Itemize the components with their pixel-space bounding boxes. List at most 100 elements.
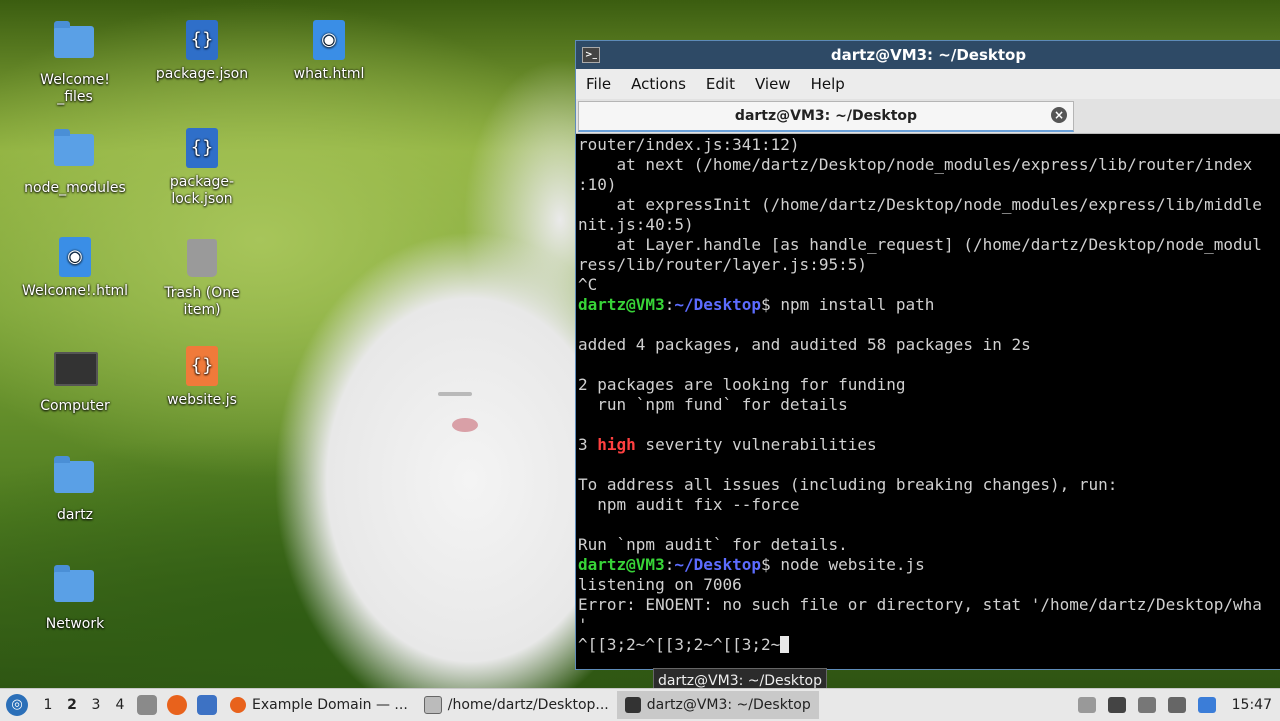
trash-icon xyxy=(187,239,217,277)
volume-icon[interactable] xyxy=(1107,697,1126,713)
output-line: npm audit fix --force xyxy=(578,495,800,514)
prompt-user: dartz@VM3 xyxy=(578,555,665,574)
output-line: 2 packages are looking for funding xyxy=(578,375,906,394)
task-label: Example Domain — ... xyxy=(252,697,408,713)
close-icon[interactable]: × xyxy=(1051,107,1067,123)
taskbar: ◎ 1 2 3 4 Example Domain — ... /home/dar… xyxy=(0,688,1280,721)
tab-terminal[interactable]: dartz@VM3: ~/Desktop × xyxy=(578,101,1074,132)
desktop-icon-label: Network xyxy=(45,616,105,632)
prompt-path: ~/Desktop xyxy=(674,295,762,314)
file-manager-launcher-icon[interactable] xyxy=(137,695,157,715)
menu-edit[interactable]: Edit xyxy=(696,75,745,93)
desktop-icon-label: what.html xyxy=(293,66,365,82)
vuln-count: 3 xyxy=(578,435,598,454)
workspace-3[interactable]: 3 xyxy=(84,697,108,713)
task-firefox[interactable]: Example Domain — ... xyxy=(222,691,416,719)
system-tray: 15:47 xyxy=(1072,697,1280,713)
desktop-icon-computer[interactable]: Computer xyxy=(20,346,130,415)
computer-icon xyxy=(54,352,98,386)
output-line: nit.js:40:5) xyxy=(578,215,694,234)
firefox-icon xyxy=(230,697,246,713)
output-line: at Layer.handle [as handle_request] (/ho… xyxy=(578,235,1262,254)
desktop-icon-label: package.json xyxy=(155,66,249,82)
desktop-icon-welcome-files[interactable]: Welcome! _files xyxy=(20,20,130,106)
desktop-icon-label: dartz xyxy=(56,507,94,523)
desktop-icon-welcome-html[interactable]: ◉ Welcome!.html xyxy=(20,237,130,300)
output-line: ^C xyxy=(578,275,598,294)
desktop-icon-dartz[interactable]: dartz xyxy=(20,455,130,524)
output-line: router/index.js:341:12) xyxy=(578,135,800,154)
clock[interactable]: 15:47 xyxy=(1232,697,1272,713)
text-cursor xyxy=(780,636,790,653)
wallpaper-detail xyxy=(452,418,478,432)
window-titlebar[interactable]: >_ dartz@VM3: ~/Desktop xyxy=(576,41,1280,69)
output-line: run `npm fund` for details xyxy=(578,395,848,414)
menu-help[interactable]: Help xyxy=(801,75,855,93)
desktop-icon-what-html[interactable]: ◉ what.html xyxy=(274,20,384,83)
task-label: dartz@VM3: ~/Desktop xyxy=(646,697,811,713)
output-line: listening on 7006 xyxy=(578,575,742,594)
js-file-icon: {} xyxy=(186,346,218,386)
severity-high: high xyxy=(597,435,636,454)
workspace-2[interactable]: 2 xyxy=(60,697,84,713)
desktop-icon-label: website.js xyxy=(167,392,237,408)
desktop-icon-website-js[interactable]: {} website.js xyxy=(147,346,257,409)
terminal-window[interactable]: >_ dartz@VM3: ~/Desktop File Actions Edi… xyxy=(575,40,1280,670)
start-menu-icon[interactable]: ◎ xyxy=(6,694,28,716)
desktop-icon-package-lock-json[interactable]: {} package- lock.json xyxy=(147,128,257,208)
text-editor-icon xyxy=(423,696,442,714)
folder-icon xyxy=(54,129,94,166)
workspace-4[interactable]: 4 xyxy=(108,697,132,713)
desktop-icon-node-modules[interactable]: node_modules xyxy=(20,128,130,197)
desktop-icon-label: Trash (One item) xyxy=(164,285,240,318)
window-title: dartz@VM3: ~/Desktop xyxy=(830,46,1027,64)
task-terminal[interactable]: dartz@VM3: ~/Desktop xyxy=(616,691,819,719)
desktop-icon-package-json[interactable]: {} package.json xyxy=(147,20,257,83)
desktop-icon-label: Welcome!.html xyxy=(22,283,128,299)
output-line: Run `npm audit` for details. xyxy=(578,535,848,554)
json-file-icon: {} xyxy=(186,128,218,168)
show-desktop-icon[interactable] xyxy=(197,695,217,715)
menu-actions[interactable]: Actions xyxy=(621,75,696,93)
output-line: added 4 packages, and audited 58 package… xyxy=(578,335,1031,354)
output-line: at expressInit (/home/dartz/Desktop/node… xyxy=(578,195,1262,214)
tab-bar: dartz@VM3: ~/Desktop × xyxy=(576,99,1280,134)
command-text: $ npm install path xyxy=(761,295,935,314)
prompt-user: dartz@VM3 xyxy=(578,295,665,314)
update-notifier-icon[interactable] xyxy=(1197,697,1216,713)
workspace-1[interactable]: 1 xyxy=(36,697,60,713)
output-line: To address all issues (including breakin… xyxy=(578,475,1118,494)
vuln-text: severity vulnerabilities xyxy=(635,435,877,454)
prompt-line: dartz@VM3:~/Desktop$ node website.js xyxy=(578,555,925,574)
output-line: Error: ENOENT: no such file or directory… xyxy=(578,595,1262,614)
menu-file[interactable]: File xyxy=(576,75,621,93)
output-line: ress/lib/router/layer.js:95:5) xyxy=(578,255,867,274)
network-icon xyxy=(54,565,94,602)
output-line: ' xyxy=(578,615,588,634)
desktop-icon-network[interactable]: Network xyxy=(20,564,130,633)
tray-up-icon[interactable] xyxy=(1077,697,1096,713)
menu-view[interactable]: View xyxy=(745,75,801,93)
html-file-icon: ◉ xyxy=(313,20,345,60)
firefox-launcher-icon[interactable] xyxy=(167,695,187,715)
typed-input: ^[[3;2~^[[3;2~^[[3;2~ xyxy=(578,635,781,654)
terminal-output[interactable]: router/index.js:341:12) at next (/home/d… xyxy=(578,135,1280,669)
desktop-icon-label: Computer xyxy=(40,398,110,414)
input-line[interactable]: ^[[3;2~^[[3;2~^[[3;2~ xyxy=(578,635,1280,655)
output-line: at next (/home/dartz/Desktop/node_module… xyxy=(578,155,1253,174)
desktop-icon-label: node_modules xyxy=(24,180,126,196)
tab-label: dartz@VM3: ~/Desktop xyxy=(734,108,918,124)
menubar: File Actions Edit View Help xyxy=(576,69,1280,99)
wallpaper-detail xyxy=(438,392,472,396)
task-editor[interactable]: /home/dartz/Desktop... xyxy=(416,691,617,719)
display-icon[interactable] xyxy=(1167,697,1186,713)
folder-icon xyxy=(54,21,94,58)
clipboard-icon[interactable] xyxy=(1137,697,1156,713)
task-label: /home/dartz/Desktop... xyxy=(447,697,609,713)
prompt-line: dartz@VM3:~/Desktop$ npm install path xyxy=(578,295,935,314)
desktop-icon-trash[interactable]: Trash (One item) xyxy=(147,237,257,319)
terminal-icon xyxy=(624,697,641,713)
json-file-icon: {} xyxy=(186,20,218,60)
command-text: $ node website.js xyxy=(761,555,925,574)
html-file-icon: ◉ xyxy=(59,237,91,277)
